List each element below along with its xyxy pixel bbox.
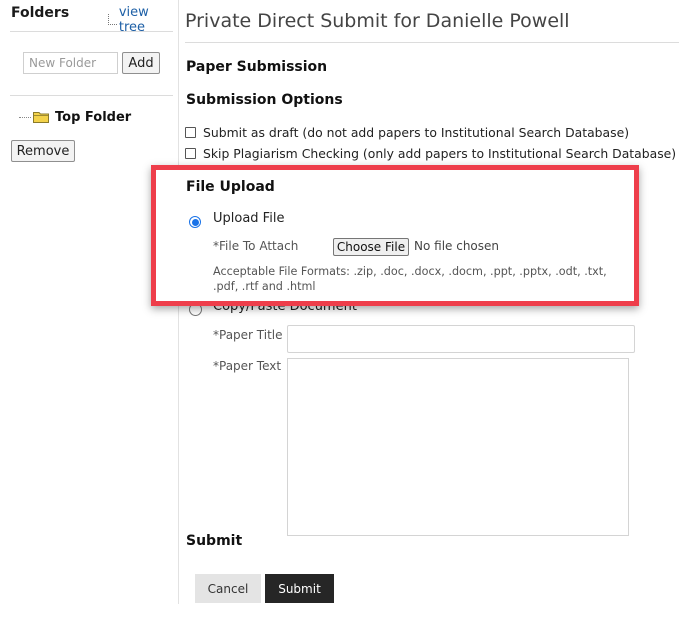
folder-item-top-folder[interactable]: Top Folder: [55, 110, 131, 125]
divider: [10, 31, 173, 32]
add-folder-button[interactable]: Add: [122, 52, 160, 74]
file-to-attach-label: *File To Attach: [213, 239, 299, 253]
paper-text-area[interactable]: [287, 358, 629, 536]
submit-heading: Submit: [186, 533, 243, 549]
tree-connector: [19, 117, 31, 119]
submit-as-draft-option[interactable]: Submit as draft (do not add papers to In…: [185, 125, 629, 140]
submission-options-heading: Submission Options: [186, 92, 343, 108]
skip-plagiarism-label: Skip Plagiarism Checking (only add paper…: [203, 146, 677, 161]
submit-button[interactable]: Submit: [265, 574, 334, 603]
choose-file-button[interactable]: Choose File: [333, 238, 409, 256]
page-title: Private Direct Submit for Danielle Powel…: [185, 10, 570, 32]
submit-as-draft-label: Submit as draft (do not add papers to In…: [203, 125, 630, 140]
skip-plagiarism-option[interactable]: Skip Plagiarism Checking (only add paper…: [185, 146, 676, 161]
skip-plagiarism-checkbox[interactable]: [185, 148, 196, 159]
folders-title: Folders: [11, 5, 70, 21]
paper-title-label: *Paper Title: [213, 328, 283, 342]
new-folder-input[interactable]: [23, 52, 118, 74]
paper-text-label: *Paper Text: [213, 359, 282, 373]
file-upload-heading: File Upload: [186, 179, 275, 195]
tree-icon: [108, 13, 117, 25]
cancel-button[interactable]: Cancel: [195, 574, 261, 603]
folder-icon: [33, 112, 49, 123]
no-file-chosen-text: No file chosen: [414, 239, 500, 253]
acceptable-formats-text: Acceptable File Formats: .zip, .doc, .do…: [213, 265, 607, 293]
upload-file-radio[interactable]: [189, 216, 201, 228]
paper-title-input[interactable]: [287, 325, 635, 353]
remove-folder-button[interactable]: Remove: [11, 140, 75, 162]
divider: [185, 42, 679, 43]
submit-as-draft-checkbox[interactable]: [185, 127, 196, 138]
divider: [10, 95, 173, 96]
upload-file-label: Upload File: [213, 211, 285, 226]
paper-submission-heading: Paper Submission: [186, 59, 328, 75]
